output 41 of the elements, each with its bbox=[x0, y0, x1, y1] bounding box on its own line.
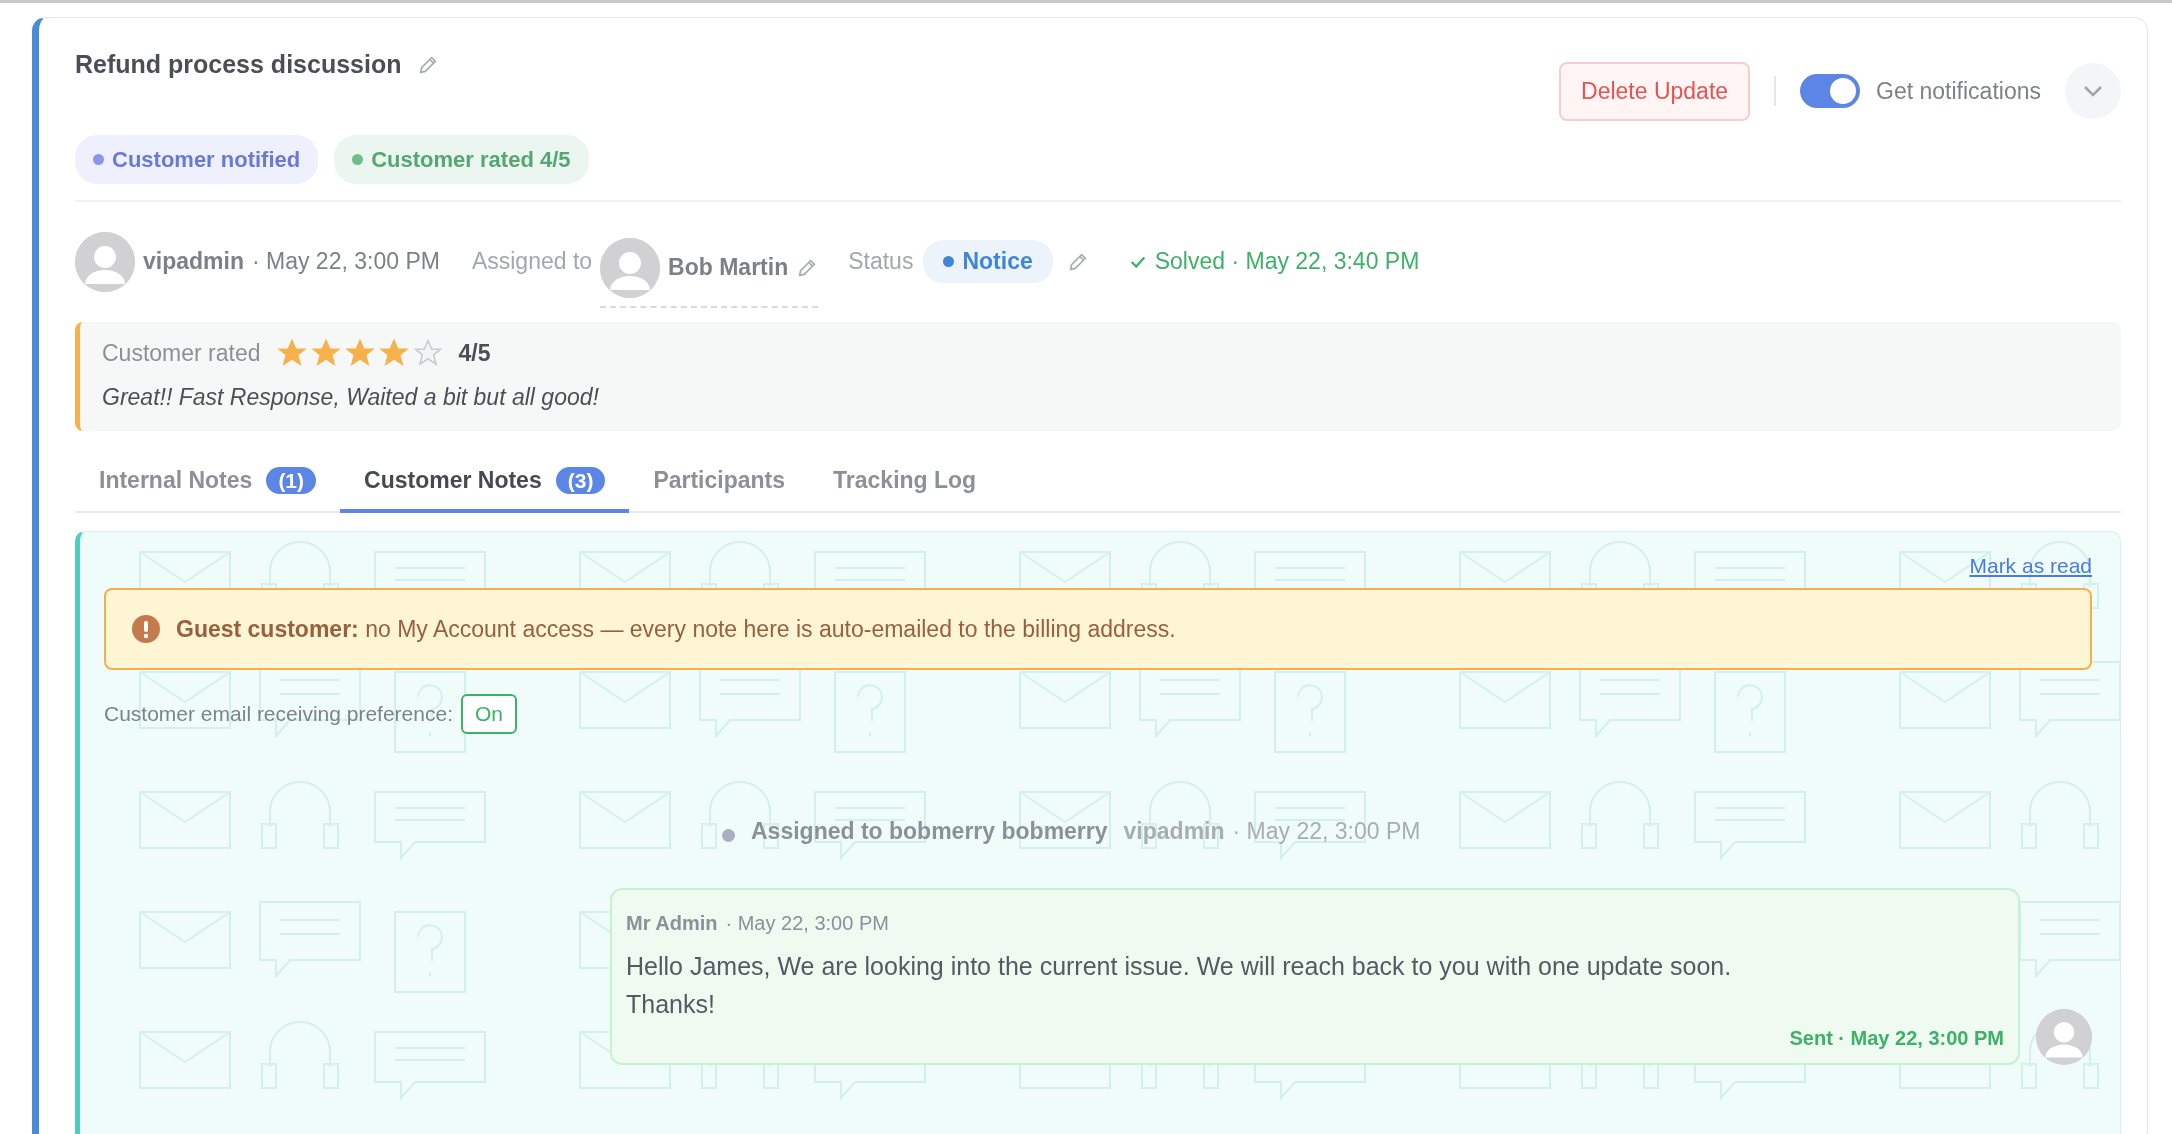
tab[interactable]: Customer Notes (3) bbox=[340, 450, 630, 513]
count-badge: (3) bbox=[555, 466, 606, 494]
preference-label: Customer email receiving preference: bbox=[104, 701, 453, 727]
status-badge: Customer notified bbox=[75, 134, 319, 184]
sent-status: Sent · May 22, 3:00 PM bbox=[1789, 1026, 2004, 1051]
discussion-title: Refund process discussion bbox=[75, 49, 402, 80]
star-icon bbox=[310, 337, 341, 368]
preference-value: On bbox=[461, 694, 517, 734]
event-text: Assigned to bobmerry bobmerry bbox=[751, 816, 1108, 846]
notifications-toggle[interactable] bbox=[1800, 74, 1861, 109]
resolution-status: Solved · May 22, 3:40 PM bbox=[1154, 247, 1420, 277]
tab[interactable]: Participants bbox=[629, 450, 810, 513]
avatar-icon bbox=[75, 231, 135, 292]
status-label: Status bbox=[848, 247, 914, 277]
assignee-name[interactable]: Bob Martin bbox=[668, 250, 789, 285]
count-badge: (1) bbox=[266, 466, 317, 494]
event-time: · May 22, 3:00 PM bbox=[1232, 816, 1421, 846]
alert-text: Guest customer: no My Account access — every note here is auto-emailed to the billing address. bbox=[176, 614, 1176, 644]
tab[interactable]: Internal Notes (1) bbox=[75, 450, 341, 513]
author-name: vipadmin bbox=[143, 247, 244, 277]
rating-label: Customer rated bbox=[102, 338, 261, 368]
status-badge: Customer rated 4/5 bbox=[334, 134, 589, 184]
star-icon bbox=[378, 337, 409, 368]
assigned-label: Assigned to bbox=[471, 247, 593, 277]
message-time: · May 22, 3:00 PM bbox=[725, 911, 889, 936]
message-text: Hello James, We are looking into the current issue. We will reach back to you with one update soon. Thanks! bbox=[626, 951, 1733, 1020]
tab[interactable]: Tracking Log bbox=[809, 450, 1001, 513]
status-pill[interactable]: Notice bbox=[923, 240, 1053, 283]
notifications-label: Get notifications bbox=[1876, 77, 2041, 106]
rating-comment: Great!! Fast Response, Waited a bit but all good! bbox=[102, 383, 600, 412]
star-icon bbox=[276, 337, 307, 368]
mark-as-read-link[interactable]: Mark as read bbox=[1969, 550, 2092, 582]
avatar-icon bbox=[600, 237, 661, 298]
rating-score: 4/5 bbox=[458, 338, 491, 368]
message-author: Mr Admin bbox=[626, 911, 718, 936]
star-icon bbox=[344, 337, 375, 368]
exclamation-icon bbox=[132, 614, 160, 643]
event-author: vipadmin bbox=[1123, 816, 1225, 846]
delete-button[interactable]: Delete Update bbox=[1559, 62, 1751, 121]
created-time: · May 22, 3:00 PM bbox=[251, 247, 440, 277]
star-icon bbox=[412, 337, 443, 368]
